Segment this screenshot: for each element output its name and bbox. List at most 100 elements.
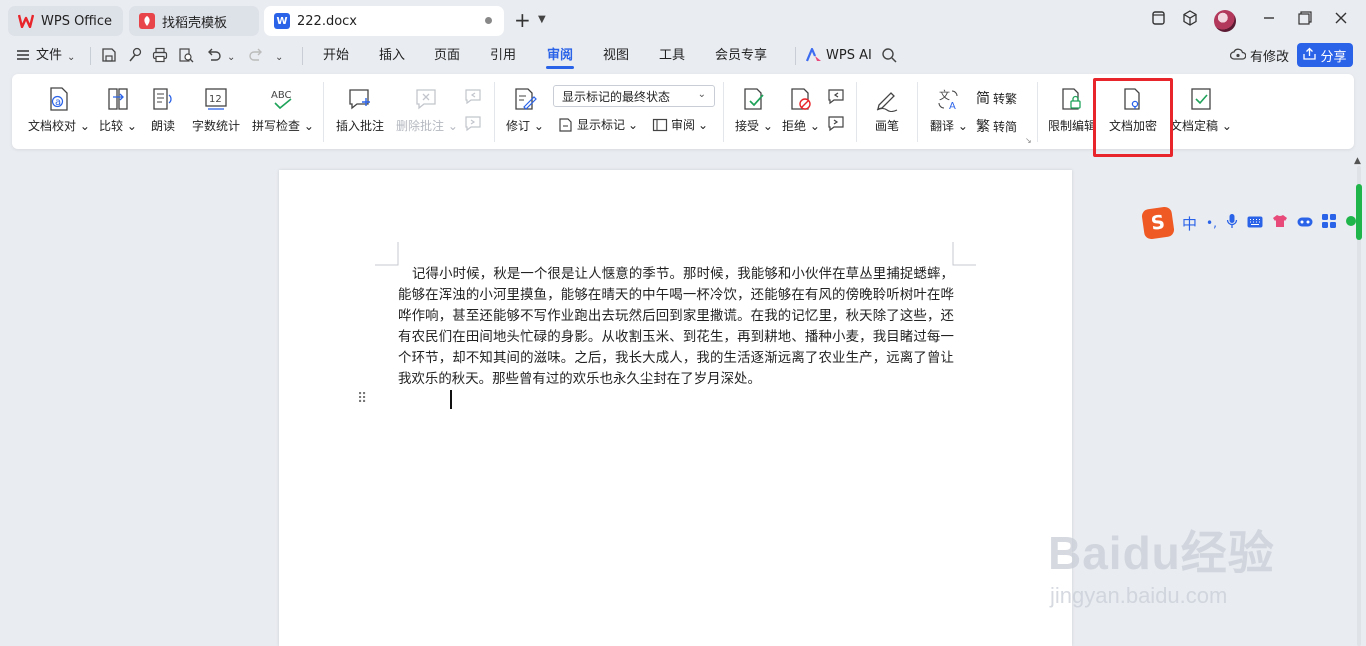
print-icon[interactable] — [152, 47, 168, 67]
svg-text:A: A — [949, 101, 956, 112]
pen-button[interactable]: 画笔 — [874, 84, 900, 134]
insert-comment-button[interactable]: 插入批注 — [336, 84, 384, 134]
margin-corner-top-left — [375, 242, 399, 266]
docer-icon — [139, 13, 155, 29]
margin-corner-top-right — [952, 242, 976, 266]
delete-comment-label: 删除批注 ⌄ — [396, 119, 458, 133]
markup-display-dropdown[interactable]: 显示标记的最终状态 ⌄ — [553, 85, 715, 107]
skin-shirt-icon[interactable] — [1272, 214, 1288, 232]
maximize-icon[interactable] — [1298, 10, 1312, 30]
to-simplified-button[interactable]: 繁 转简 — [976, 116, 1017, 136]
wps-ai-icon[interactable] — [805, 47, 822, 66]
track-changes-label: 修订 ⌄ — [506, 119, 544, 133]
tab-unsaved-dot-icon[interactable] — [485, 17, 492, 24]
read-aloud-button[interactable]: 朗读 — [151, 84, 175, 134]
to-traditional-icon: 简 — [976, 91, 990, 107]
scroll-up-icon[interactable]: ▲ — [1354, 156, 1361, 166]
active-tab-indicator — [546, 66, 574, 69]
restore-window-icon[interactable] — [1150, 10, 1166, 31]
finalize-document-button[interactable]: 文档定稿 ⌄ — [1170, 84, 1232, 134]
divider — [856, 82, 857, 142]
restrict-edit-button[interactable]: 限制编辑 — [1048, 84, 1096, 134]
dialog-launcher-icon[interactable]: ↘ — [1025, 136, 1032, 145]
word-count-button[interactable]: 12 字数统计 — [192, 84, 240, 134]
reject-label: 拒绝 ⌄ — [782, 119, 820, 133]
chevron-down-icon[interactable]: ⌄ — [67, 49, 75, 67]
sogou-logo-icon[interactable]: S — [1141, 206, 1175, 240]
chevron-down-icon[interactable]: ⌄ — [227, 49, 235, 67]
divider — [795, 47, 796, 65]
pen-label: 画笔 — [874, 119, 899, 133]
ime-punctuation-toggle[interactable]: •, — [1206, 216, 1217, 230]
cube-icon[interactable] — [1182, 10, 1198, 31]
drag-handle-icon[interactable]: ⠿ — [357, 392, 367, 406]
game-controller-icon[interactable] — [1297, 214, 1313, 232]
tab-wps-office[interactable]: WPS Office — [8, 6, 123, 36]
accept-button[interactable]: 接受 ⌄ — [735, 84, 773, 134]
delete-comment-button[interactable]: 删除批注 ⌄ — [396, 84, 458, 134]
redo-icon[interactable] — [248, 47, 264, 67]
chevron-down-icon[interactable]: ⌄ — [275, 49, 283, 67]
next-change-icon[interactable] — [826, 114, 846, 132]
divider — [1037, 82, 1038, 142]
tab-document[interactable]: W 222.docx — [264, 6, 504, 36]
format-painter-icon[interactable] — [127, 47, 143, 67]
menu-file[interactable]: 文件 — [36, 48, 62, 64]
accept-label: 接受 ⌄ — [735, 119, 773, 133]
svg-text:12: 12 — [209, 94, 222, 105]
menu-wps-ai[interactable]: WPS AI — [826, 48, 872, 64]
previous-change-icon[interactable] — [826, 87, 846, 105]
menu-member[interactable]: 会员专享 — [715, 48, 767, 64]
review-pane-button[interactable]: 审阅 ⌄ — [652, 116, 708, 133]
spell-check-button[interactable]: ABC 拼写检查 ⌄ — [252, 84, 314, 134]
word-doc-icon: W — [274, 13, 290, 29]
changes-button[interactable]: 有修改 — [1229, 46, 1290, 65]
finalize-document-icon — [1191, 88, 1211, 110]
track-changes-button[interactable]: 修订 ⌄ — [506, 84, 544, 134]
menu-tools[interactable]: 工具 — [659, 48, 685, 64]
scrollbar-thumb[interactable] — [1356, 184, 1362, 240]
spell-check-label: 拼写检查 ⌄ — [252, 119, 314, 133]
microphone-icon[interactable] — [1226, 213, 1238, 233]
undo-icon[interactable] — [206, 47, 222, 67]
restrict-edit-icon — [1062, 88, 1081, 110]
next-comment-icon[interactable] — [463, 114, 483, 132]
translate-icon: 文A — [938, 88, 958, 112]
watermark: Baidu经验 jingyan.baidu.com — [1048, 497, 1348, 617]
tab-docer-templates[interactable]: 找稻壳模板 — [129, 6, 259, 36]
minimize-icon[interactable] — [1262, 10, 1276, 30]
apps-grid-icon[interactable] — [1321, 214, 1336, 232]
read-aloud-icon — [153, 88, 172, 110]
menu-bar: 文件 ⌄ ⌄ ⌄ 开始 插入 页面 引用 审阅 视图 工具 会员专享 WPS A… — [0, 40, 1366, 72]
new-tab-icon[interactable]: + — [514, 10, 531, 30]
print-preview-icon[interactable] — [178, 47, 194, 67]
menu-review[interactable]: 审阅 — [547, 48, 573, 64]
document-paragraph[interactable]: 记得小时候，秋是一个很是让人惬意的季节。那时候，我能够和小伙伴在草丛里捕捉蟋蟀，… — [398, 264, 954, 390]
menu-page[interactable]: 页面 — [434, 48, 460, 64]
menu-insert[interactable]: 插入 — [379, 48, 405, 64]
menu-references[interactable]: 引用 — [490, 48, 516, 64]
chevron-down-icon: ⌄ — [697, 89, 706, 100]
menu-home[interactable]: 开始 — [323, 48, 349, 64]
reject-button[interactable]: 拒绝 ⌄ — [782, 84, 820, 134]
changes-label: 有修改 — [1250, 50, 1290, 65]
keyboard-icon[interactable] — [1247, 214, 1263, 232]
close-icon[interactable] — [1334, 10, 1348, 30]
translate-button[interactable]: 文A 翻译 ⌄ — [930, 84, 968, 134]
menu-view[interactable]: 视图 — [603, 48, 629, 64]
search-icon[interactable] — [881, 47, 897, 67]
compare-button[interactable]: 比较 ⌄ — [99, 84, 137, 134]
spell-check-icon: ABC — [271, 90, 291, 110]
previous-comment-icon[interactable] — [463, 87, 483, 105]
translate-label: 翻译 ⌄ — [930, 119, 968, 133]
hamburger-menu-icon[interactable] — [16, 48, 30, 66]
user-avatar[interactable] — [1214, 10, 1236, 32]
compare-icon — [108, 88, 128, 110]
share-button[interactable]: 分享 — [1297, 43, 1353, 67]
show-markup-button[interactable]: 显示标记 ⌄ — [558, 116, 638, 133]
chevron-down-icon[interactable]: ▼ — [538, 14, 546, 25]
proofread-button[interactable]: a 文档校对 ⌄ — [28, 84, 90, 134]
save-icon[interactable] — [101, 47, 117, 67]
to-traditional-button[interactable]: 简 转繁 — [976, 88, 1017, 108]
ime-mode-toggle[interactable]: 中 — [1182, 213, 1197, 234]
